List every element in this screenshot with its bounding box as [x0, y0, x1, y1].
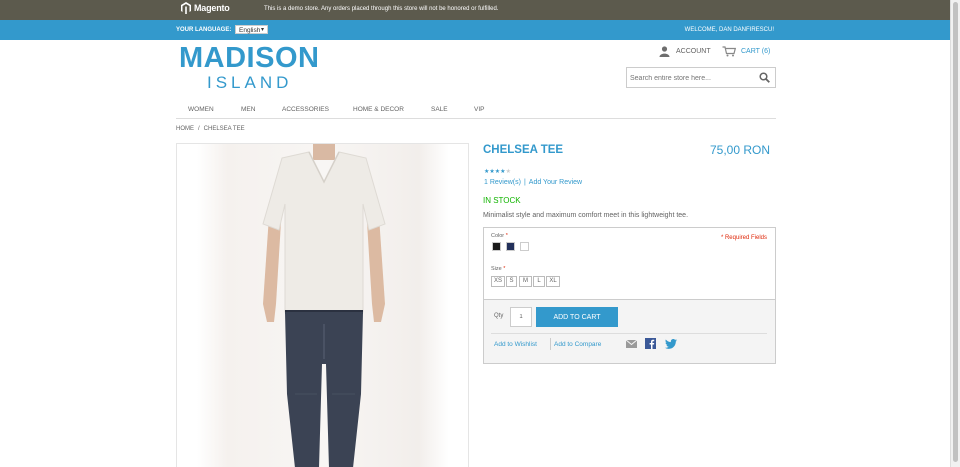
product-description: Minimalist style and maximum comfort mee…: [483, 212, 689, 219]
product-title: CHELSEA TEE: [483, 144, 564, 156]
language-label: YOUR LANGUAGE:: [176, 27, 232, 33]
language-bar: YOUR LANGUAGE: English ▾ WELCOME, DAN DA…: [0, 20, 950, 40]
size-option-m[interactable]: M: [519, 276, 532, 287]
size-option-xl[interactable]: XL: [546, 276, 560, 287]
logo-line-2: ISLAND: [207, 73, 293, 92]
product-image[interactable]: [177, 144, 469, 467]
stock-status: IN STOCK: [483, 196, 521, 205]
star-empty-icon: ★: [505, 169, 511, 175]
search-input[interactable]: [630, 73, 755, 83]
main-nav: WOMEN MEN ACCESSORIES HOME & DECOR SALE …: [176, 100, 776, 119]
color-swatch-navy[interactable]: [506, 242, 515, 251]
breadcrumb-home[interactable]: HOME: [176, 126, 194, 132]
language-select[interactable]: English ▾: [235, 25, 268, 34]
dropdown-arrow-icon: ▾: [260, 27, 264, 33]
email-icon[interactable]: [626, 340, 637, 348]
cart-label: CART (6): [741, 48, 771, 55]
required-marker: *: [505, 233, 508, 239]
size-option-l[interactable]: L: [533, 276, 545, 287]
scrollbar-thumb[interactable]: [953, 2, 958, 462]
cart-box-divider: [491, 333, 767, 334]
search-box: [626, 67, 776, 88]
logo-line-1: MADISON: [179, 42, 320, 74]
nav-item-women[interactable]: WOMEN: [188, 106, 214, 113]
page-scrollbar[interactable]: [950, 0, 960, 467]
review-link-separator: |: [523, 179, 526, 186]
facebook-icon[interactable]: [645, 338, 656, 349]
rating-stars: ★★★★★: [484, 168, 511, 175]
qty-input[interactable]: [510, 307, 532, 327]
account-link[interactable]: ACCOUNT: [659, 46, 711, 57]
magento-icon: [181, 2, 191, 14]
add-to-compare-link[interactable]: Add to Compare: [554, 341, 601, 348]
product-options-box: * Required Fields: [483, 227, 776, 300]
twitter-icon[interactable]: [665, 339, 677, 349]
color-swatch-black[interactable]: [492, 242, 501, 251]
color-swatch-white[interactable]: [520, 242, 529, 251]
demo-notice-text: This is a demo store. Any orders placed …: [264, 6, 499, 12]
nav-item-vip[interactable]: VIP: [474, 106, 484, 113]
nav-item-sale[interactable]: SALE: [431, 106, 448, 113]
link-separator: [550, 338, 551, 350]
breadcrumb-current: CHELSEA TEE: [203, 126, 245, 132]
size-label: Size *: [491, 266, 505, 272]
add-review-link[interactable]: Add Your Review: [529, 179, 582, 186]
required-fields-note: * Required Fields: [720, 235, 767, 241]
welcome-message: WELCOME, DAN DANFIRESCU!: [684, 27, 774, 33]
size-option-s[interactable]: S: [506, 276, 517, 287]
reviews-count-link[interactable]: 1 Review(s): [484, 179, 521, 186]
breadcrumb-separator: /: [198, 126, 200, 132]
add-to-wishlist-link[interactable]: Add to Wishlist: [494, 341, 537, 348]
size-label-text: Size: [491, 266, 502, 272]
required-marker: *: [503, 266, 506, 272]
magento-wordmark: Magento: [194, 3, 230, 13]
product-image-frame: [176, 143, 469, 467]
nav-item-home-decor[interactable]: HOME & DECOR: [353, 106, 404, 113]
review-links: 1 Review(s) | Add Your Review: [484, 179, 582, 186]
cart-icon: [722, 46, 736, 57]
color-label-text: Color: [491, 233, 505, 239]
search-icon[interactable]: [759, 72, 770, 83]
nav-item-men[interactable]: MEN: [241, 106, 255, 113]
breadcrumb: HOME / CHELSEA TEE: [176, 126, 245, 132]
qty-label: Qty: [494, 313, 504, 319]
color-label: Color *: [491, 233, 508, 239]
size-option-xs[interactable]: XS: [491, 276, 505, 287]
language-select-value: English: [239, 27, 261, 34]
product-price: 75,00 RON: [710, 143, 771, 157]
magento-logo: Magento: [181, 2, 230, 14]
demo-notice-bar: Magento This is a demo store. Any orders…: [0, 0, 950, 20]
add-to-cart-button[interactable]: ADD TO CART: [536, 307, 618, 327]
account-label: ACCOUNT: [676, 48, 711, 55]
store-logo[interactable]: MADISON ISLAND: [179, 44, 319, 94]
nav-item-accessories[interactable]: ACCESSORIES: [282, 106, 329, 113]
account-icon: [659, 46, 670, 57]
cart-link[interactable]: CART (6): [722, 46, 770, 57]
